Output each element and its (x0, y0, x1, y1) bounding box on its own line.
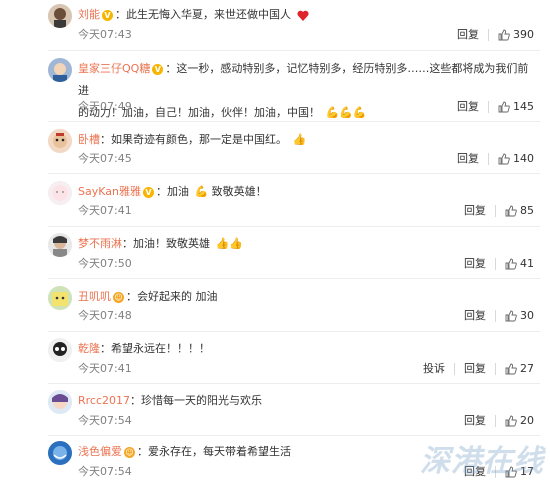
timestamp: 今天07:48 (78, 309, 132, 322)
thumbs-up-icon (505, 363, 517, 375)
comment-text: 希望永远在！！！！ (111, 342, 210, 355)
username-link[interactable]: 卧槽 (78, 133, 100, 146)
avatar[interactable] (48, 129, 72, 153)
like-count: 390 (513, 28, 534, 41)
divider (48, 121, 540, 122)
vip-badge-icon: V (102, 9, 113, 21)
member-badge-icon: ☺ (113, 291, 124, 303)
reply-button[interactable]: 回复 (464, 256, 486, 272)
avatar[interactable] (48, 286, 72, 310)
member-badge-icon: ☺ (124, 446, 135, 458)
timestamp: 今天07:54 (78, 465, 132, 478)
divider (48, 173, 540, 174)
like-count: 20 (520, 414, 534, 427)
vip-badge-icon: V (152, 63, 164, 75)
comment-meta: 今天07:54 回复 20 (78, 413, 534, 429)
reply-button[interactable]: 回复 (457, 151, 479, 167)
heart-icon (296, 10, 309, 21)
like-count: 27 (520, 362, 534, 375)
avatar[interactable] (48, 4, 72, 28)
avatar[interactable] (48, 58, 72, 82)
like-button[interactable]: 140 (498, 151, 534, 167)
avatar[interactable] (48, 441, 72, 465)
comment-text: 加油 (166, 185, 189, 198)
divider (48, 383, 540, 384)
like-button[interactable]: 30 (505, 308, 534, 324)
like-count: 85 (520, 204, 534, 217)
avatar[interactable] (48, 390, 72, 414)
timestamp: 今天07:43 (78, 28, 132, 41)
username-link[interactable]: 浅色偏爱 (78, 445, 122, 458)
comment-meta: 今天07:48 回复 30 (78, 308, 534, 324)
comment-meta: 今天07:45 回复 140 (78, 151, 534, 167)
comment-text: 如果奇迹有颜色，那一定是中国红。 (111, 133, 287, 146)
muscle-icon: 💪 (194, 185, 209, 198)
reply-button[interactable]: 回复 (457, 27, 479, 43)
thumbs-up-icon (505, 258, 517, 270)
username-link[interactable]: SayKan雅雅 (78, 185, 141, 198)
divider (48, 278, 540, 279)
avatar[interactable] (48, 338, 72, 362)
comment-text-continued: 致敬英雄！ (211, 185, 267, 198)
reply-button[interactable]: 回复 (464, 308, 486, 324)
like-count: 145 (513, 100, 534, 113)
divider (48, 331, 540, 332)
like-button[interactable]: 27 (505, 361, 534, 377)
like-button[interactable]: 85 (505, 203, 534, 219)
comment-text: 此生无悔入华夏，来世还做中国人 (126, 8, 291, 21)
thumbs-up-icon (505, 415, 517, 427)
reply-button[interactable]: 回复 (464, 413, 486, 429)
thumbs-up-emoji-icon: 👍👍 (215, 237, 243, 250)
thumbs-up-icon (505, 205, 517, 217)
comment-text: 加油！致敬英雄 (133, 237, 210, 250)
username-link[interactable]: 乾隆 (78, 342, 100, 355)
avatar[interactable] (48, 181, 72, 205)
like-button[interactable]: 145 (498, 99, 534, 115)
timestamp: 今天07:41 (78, 362, 132, 375)
username-link[interactable]: 皇家三仔QQ糖 (78, 62, 150, 75)
thumbs-up-emoji-icon: 👍 (292, 133, 307, 146)
avatar[interactable] (48, 233, 72, 257)
thumbs-up-icon (498, 29, 510, 41)
like-count: 30 (520, 309, 534, 322)
timestamp: 今天07:41 (78, 204, 132, 217)
reply-button[interactable]: 回复 (464, 203, 486, 219)
username-link[interactable]: 丑叽叽 (78, 290, 111, 303)
reply-button[interactable]: 回复 (457, 99, 479, 115)
comment-meta: 今天07:41 投诉 回复 27 (78, 361, 534, 377)
like-count: 41 (520, 257, 534, 270)
like-button[interactable]: 41 (505, 256, 534, 272)
timestamp: 今天07:49 (78, 100, 132, 113)
thumbs-up-icon (498, 153, 510, 165)
like-button[interactable]: 390 (498, 27, 534, 43)
comment-meta: 今天07:50 回复 41 (78, 256, 534, 272)
comment-meta: 今天07:41 回复 85 (78, 203, 534, 219)
vip-badge-icon: V (142, 186, 154, 198)
username-link[interactable]: 梦不雨淋 (78, 237, 122, 250)
comment-text: 会好起来的 加油 (137, 290, 218, 303)
thumbs-up-icon (505, 310, 517, 322)
comment-text: 爱永存在，每天带着希望生活 (148, 445, 291, 458)
username-link[interactable]: Rrcc2017 (78, 394, 130, 407)
comment-meta: 今天07:43 回复 390 (78, 27, 534, 43)
timestamp: 今天07:45 (78, 152, 132, 165)
like-button[interactable]: 20 (505, 413, 534, 429)
thumbs-up-icon (498, 101, 510, 113)
comment-text: 珍惜每一天的阳光与欢乐 (141, 394, 263, 407)
timestamp: 今天07:54 (78, 414, 132, 427)
timestamp: 今天07:50 (78, 257, 132, 270)
report-button[interactable]: 投诉 (423, 361, 445, 377)
reply-button[interactable]: 回复 (464, 361, 486, 377)
divider (48, 226, 540, 227)
watermark: 深港在线 (420, 444, 544, 479)
like-count: 140 (513, 152, 534, 165)
username-link[interactable]: 刘能 (78, 8, 100, 21)
divider (48, 50, 540, 51)
comment-meta: 今天07:49 回复 145 (78, 99, 534, 115)
